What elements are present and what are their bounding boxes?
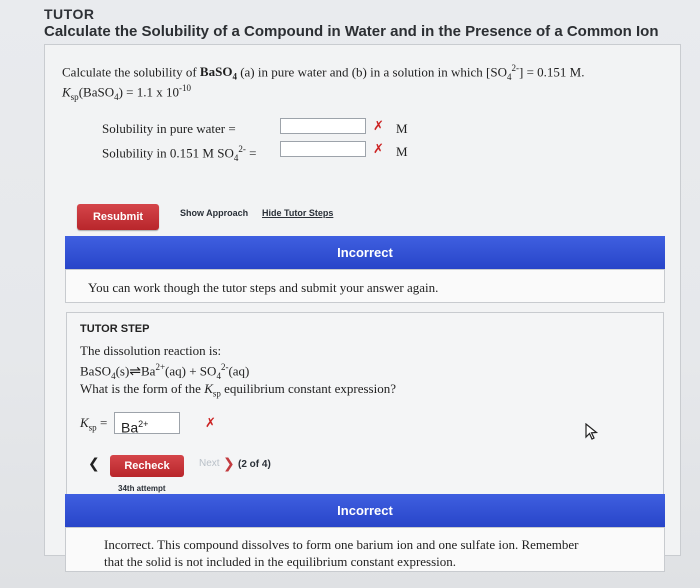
problem-statement: Calculate the solubility of BaSO4 (a) in… [62,63,585,82]
back-chevron-icon[interactable]: ❮ [88,456,100,472]
ksp-expression-input[interactable]: Ba2+ [114,412,180,436]
next-button[interactable]: Next [199,458,220,469]
recheck-button[interactable]: Recheck [110,455,184,477]
step-question: What is the form of the Ksp equilibrium … [80,381,396,399]
pure-water-unit: M [396,121,408,136]
step-progress: (2 of 4) [238,459,271,470]
step-intro: The dissolution reaction is: [80,343,222,358]
mouse-cursor-icon [585,423,599,440]
incorrect-mark-icon: ✗ [205,416,216,431]
page-title: Calculate the Solubility of a Compound i… [44,23,659,40]
common-ion-unit: M [396,144,408,159]
common-ion-input[interactable] [280,141,366,157]
app-title: TUTOR [44,6,95,22]
feedback-message: Incorrect. This compound dissolves to fo… [65,527,665,572]
incorrect-mark-icon: ✗ [373,119,384,134]
common-ion-label: Solubility in 0.151 M SO42- = [102,144,257,163]
hide-tutor-steps-link[interactable]: Hide Tutor Steps [262,208,333,218]
ksp-expression-label: Ksp = [80,415,108,433]
feedback-message: You can work though the tutor steps and … [65,269,665,303]
next-chevron-icon[interactable]: ❯ [223,456,235,472]
pure-water-label: Solubility in pure water = [102,121,236,136]
show-approach-link[interactable]: Show Approach [180,208,248,218]
resubmit-button[interactable]: Resubmit [77,204,159,230]
attempt-count: 34th attempt [118,484,166,493]
ksp-statement: Ksp(BaSO4) = 1.1 x 10-10 [62,83,191,102]
reaction-equation: BaSO4(s)⇌Ba2+(aq) + SO42-(aq) [80,362,250,381]
pure-water-input[interactable] [280,118,366,134]
tutor-step-title: TUTOR STEP [80,323,150,335]
incorrect-banner: Incorrect [65,236,665,269]
screen: TUTOR Calculate the Solubility of a Comp… [0,0,700,588]
incorrect-mark-icon: ✗ [373,142,384,157]
incorrect-banner: Incorrect [65,494,665,527]
